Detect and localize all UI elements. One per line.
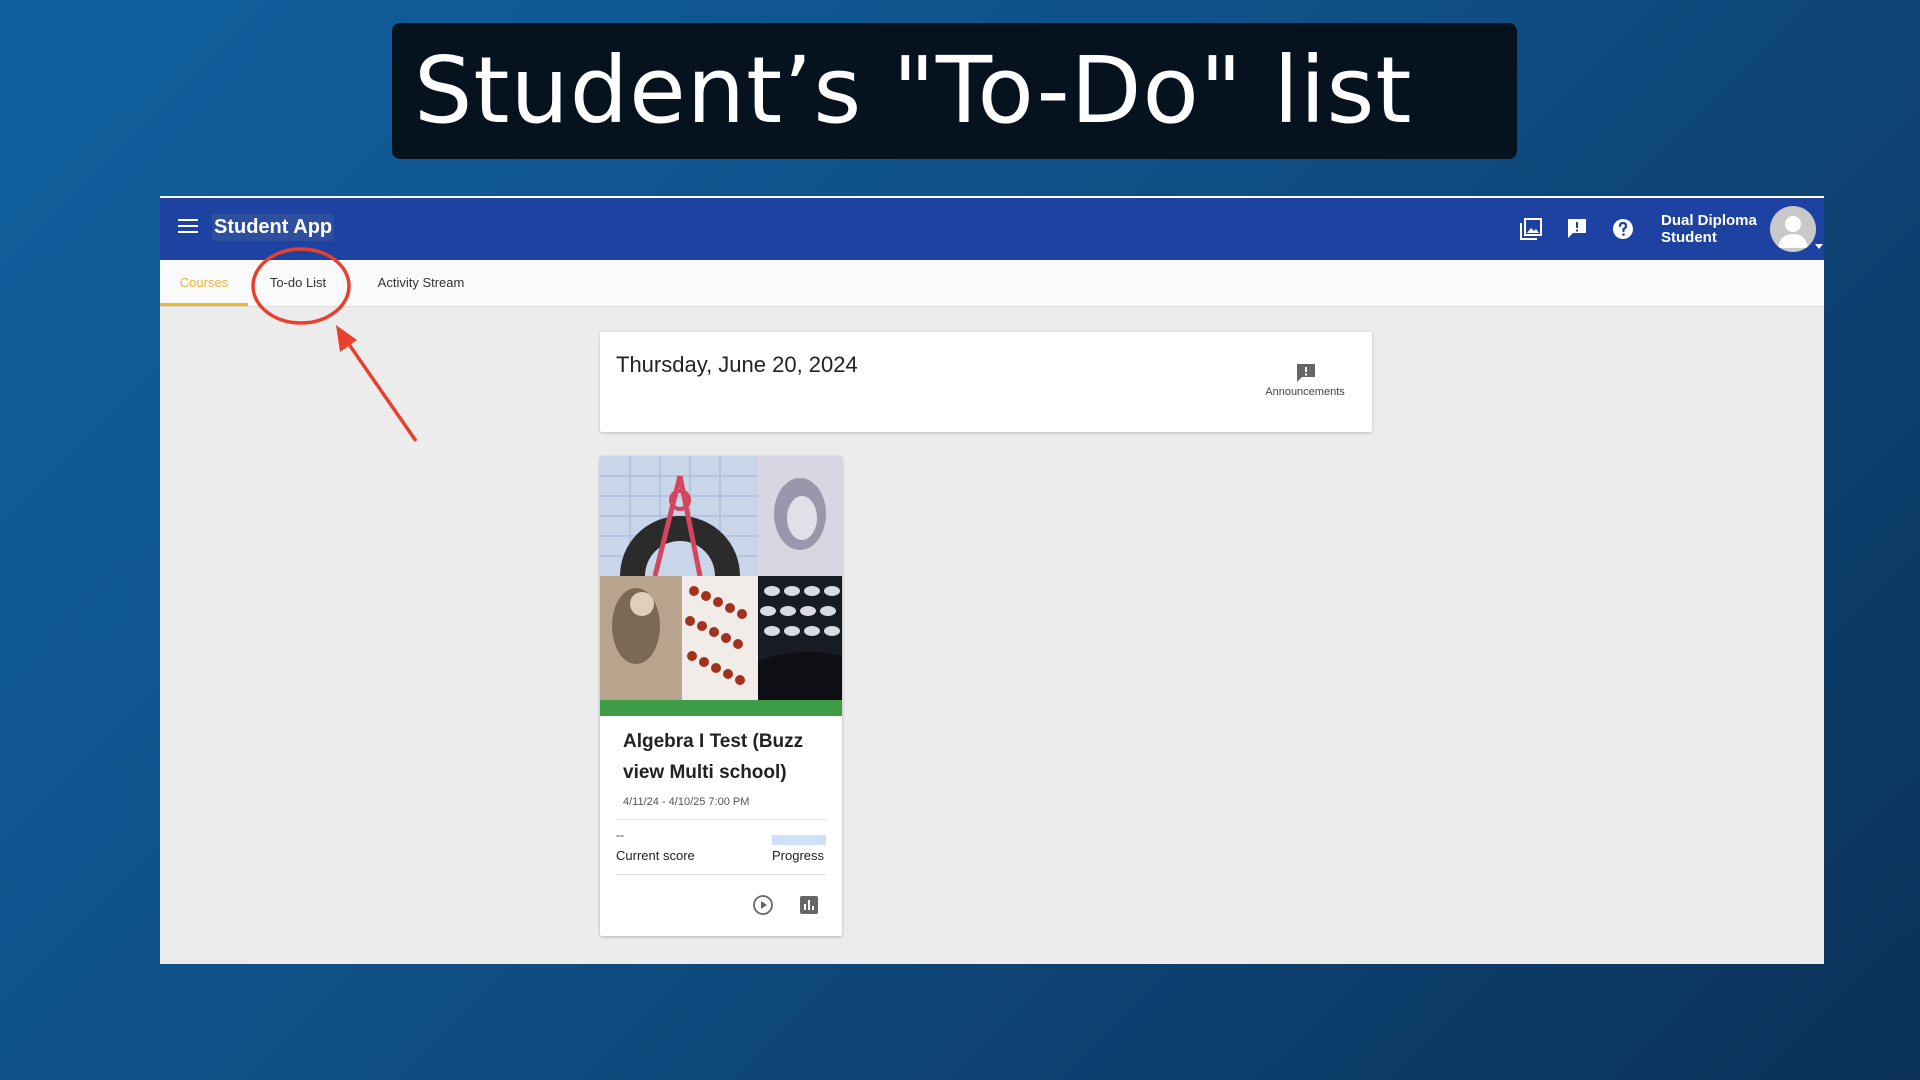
annotation-arrow xyxy=(344,339,418,442)
annotation-overlay xyxy=(251,247,418,442)
arrow-head xyxy=(336,325,357,352)
highlight-circle xyxy=(251,247,351,325)
